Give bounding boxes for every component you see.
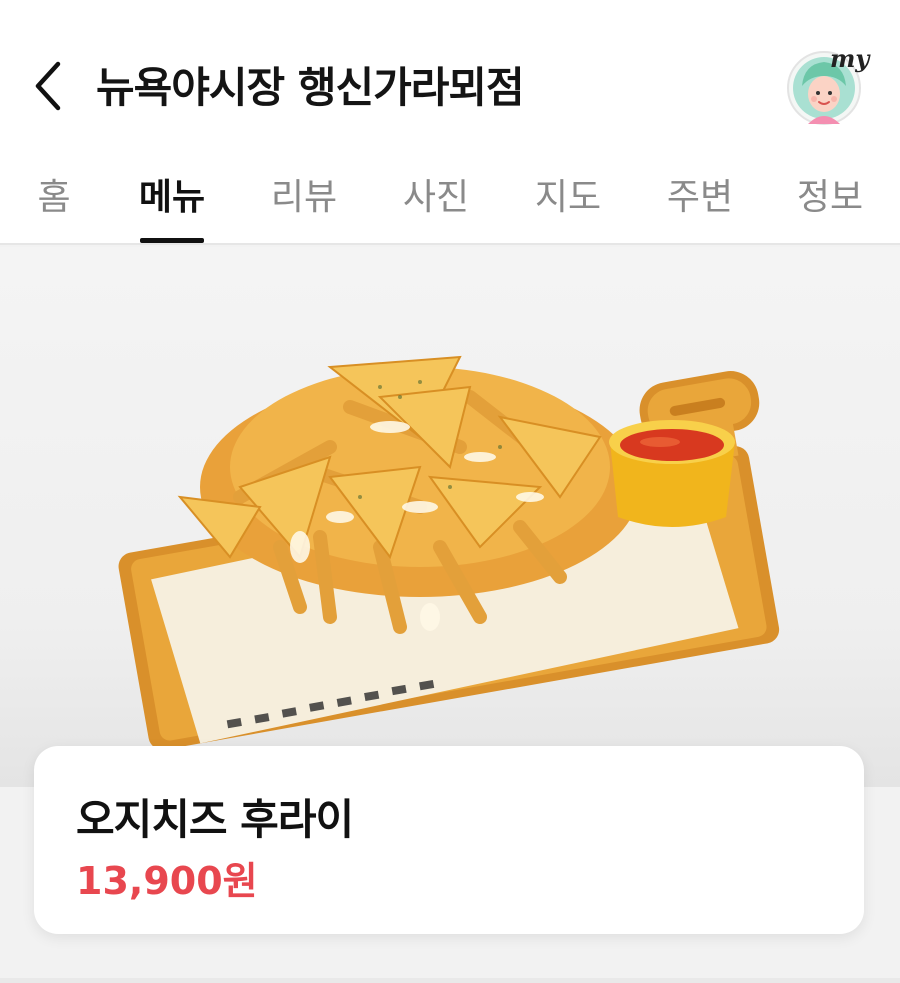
chevron-left-icon xyxy=(35,61,61,111)
food-illustration xyxy=(118,355,780,750)
tab-menu[interactable]: 메뉴 xyxy=(122,168,222,220)
tab-photos[interactable]: 사진 xyxy=(386,168,486,220)
tab-reviews[interactable]: 리뷰 xyxy=(254,168,354,220)
avatar-badge-label: my xyxy=(830,44,870,73)
tab-nearby[interactable]: 주변 xyxy=(650,168,750,220)
tab-map[interactable]: 지도 xyxy=(518,168,618,220)
menu-item-name: 오지치즈 후라이 xyxy=(76,795,354,844)
header: 뉴욕야시장 행신가라뫼점 my xyxy=(0,0,900,160)
active-tab-indicator xyxy=(140,238,204,243)
back-button[interactable] xyxy=(28,56,72,116)
divider xyxy=(0,978,900,983)
tab-info[interactable]: 정보 xyxy=(780,168,880,220)
page-title: 뉴욕야시장 행신가라뫼점 xyxy=(96,63,525,112)
menu-item-card[interactable]: 오지치즈 후라이 13,900원 xyxy=(34,746,864,934)
my-profile-button[interactable]: my xyxy=(786,44,870,126)
menu-photo[interactable] xyxy=(0,247,900,787)
menu-item-price: 13,900원 xyxy=(76,859,258,903)
tab-home[interactable]: 홈 xyxy=(4,168,104,220)
tab-bar: 홈 메뉴 리뷰 사진 지도 주변 정보 xyxy=(0,160,900,245)
